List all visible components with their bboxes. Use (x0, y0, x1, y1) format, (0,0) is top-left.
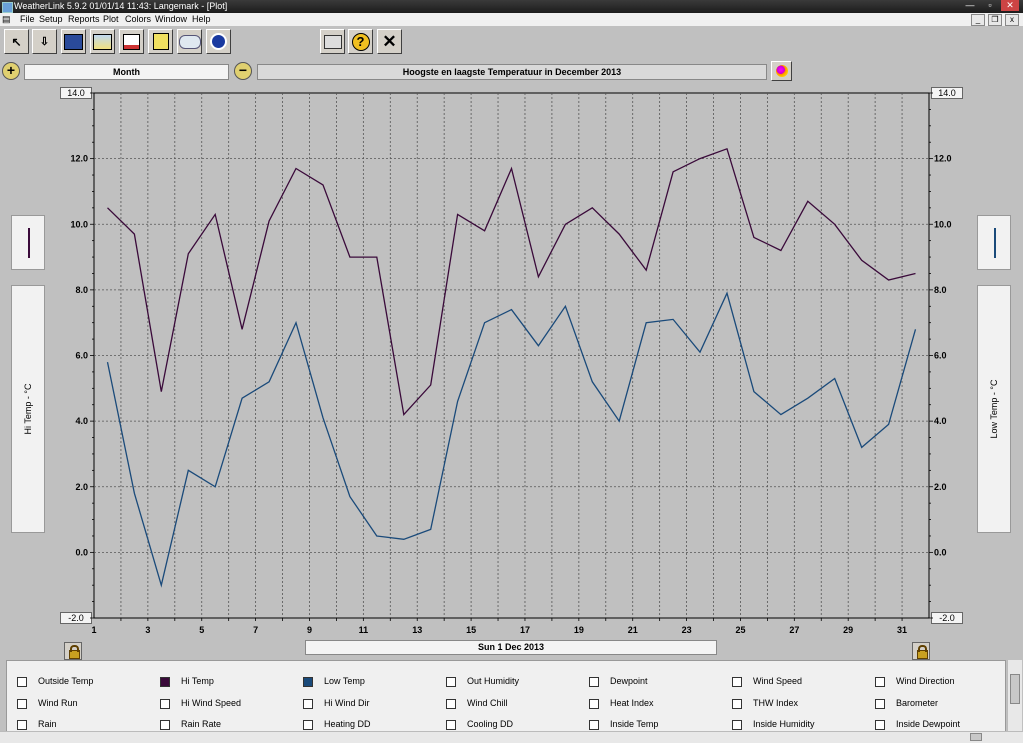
legend-checkbox-inside-temp[interactable] (589, 720, 599, 730)
chart-grid (93, 92, 930, 619)
series-legend: Outside Temp Hi Temp Low Temp Out Humidity D… (6, 660, 1006, 738)
legend-checkbox-wind-direction[interactable] (875, 677, 885, 687)
y-tick-label-right: 2.0 (934, 482, 947, 492)
x-tick-label: 29 (843, 625, 853, 635)
legend-label: Outside Temp (38, 676, 94, 686)
legend-scroll-thumb[interactable] (1010, 674, 1020, 704)
legend-checkbox-hi-temp[interactable] (160, 677, 170, 687)
legend-checkbox-cooling-dd[interactable] (446, 720, 456, 730)
x-tick-label: 21 (628, 625, 638, 635)
x-tick-label: 9 (307, 625, 312, 635)
y-tick-label-right: 6.0 (934, 351, 947, 361)
legend-label: Rain Rate (181, 719, 222, 729)
x-tick-label: 23 (682, 625, 692, 635)
legend-label: Wind Chill (467, 698, 508, 708)
x-tick-label: 1 (91, 625, 96, 635)
date-field[interactable]: Sun 1 Dec 2013 (305, 640, 717, 655)
legend-checkbox-inside-dewpoint[interactable] (875, 720, 885, 730)
x-tick-label: 11 (359, 625, 369, 635)
y-tick-label-left: 10.0 (70, 219, 88, 229)
temperature-chart: 12.0 12.010.0 10.08.0 8.06.0 6.04.0 4.02.0 2.0… (70, 92, 952, 635)
legend-checkbox-wind-run[interactable] (17, 699, 27, 709)
x-tick-label: 3 (145, 625, 150, 635)
legend-label: Wind Run (38, 698, 78, 708)
y-tick-label-left: 4.0 (75, 416, 88, 426)
x-tick-label: 31 (897, 625, 907, 635)
legend-checkbox-barometer[interactable] (875, 699, 885, 709)
legend-label: Inside Temp (610, 719, 659, 729)
y-tick-label-right: 0.0 (934, 547, 947, 557)
legend-label: Wind Direction (896, 676, 955, 686)
x-tick-label: 27 (789, 625, 799, 635)
y-tick-label-left: 0.0 (75, 547, 88, 557)
y-tick-label-left: 6.0 (75, 351, 88, 361)
legend-label: Low Temp (324, 676, 365, 686)
legend-label: Hi Wind Dir (324, 698, 370, 708)
legend-checkbox-wind-chill[interactable] (446, 699, 456, 709)
legend-label: Heat Index (610, 698, 654, 708)
horizontal-scrollbar[interactable] (0, 731, 1023, 743)
x-tick-label: 15 (466, 625, 476, 635)
legend-checkbox-hi-wind-speed[interactable] (160, 699, 170, 709)
legend-checkbox-heating-dd[interactable] (303, 720, 313, 730)
legend-label: Hi Temp (181, 676, 214, 686)
y-tick-label-right: 10.0 (934, 219, 952, 229)
y-tick-label-right: 4.0 (934, 416, 947, 426)
legend-label: Heating DD (324, 719, 371, 729)
legend-checkbox-inside-humidity[interactable] (732, 720, 742, 730)
x-tick-label: 13 (412, 625, 422, 635)
y-tick-label-left: 2.0 (75, 482, 88, 492)
x-tick-label: 25 (735, 625, 745, 635)
legend-label: Barometer (896, 698, 939, 708)
legend-checkbox-outside-temp[interactable] (17, 677, 27, 687)
legend-label: Hi Wind Speed (181, 698, 242, 708)
x-tick-label: 5 (199, 625, 204, 635)
right-axis-lock-button[interactable] (912, 642, 930, 660)
legend-label: Inside Dewpoint (896, 719, 961, 729)
y-tick-label-left: 12.0 (70, 154, 88, 164)
x-tick-label: 17 (520, 625, 530, 635)
y-tick-label-right: 8.0 (934, 285, 947, 295)
legend-checkbox-heat-index[interactable] (589, 699, 599, 709)
horizontal-scroll-thumb[interactable] (970, 733, 982, 741)
legend-scrollbar[interactable] (1007, 660, 1022, 738)
legend-label: Cooling DD (467, 719, 514, 729)
legend-checkbox-out-humidity[interactable] (446, 677, 456, 687)
y-tick-label-left: 8.0 (75, 285, 88, 295)
legend-checkbox-wind-speed[interactable] (732, 677, 742, 687)
legend-label: THW Index (753, 698, 799, 708)
x-tick-label: 19 (574, 625, 584, 635)
legend-checkbox-rain-rate[interactable] (160, 720, 170, 730)
legend-label: Dewpoint (610, 676, 648, 686)
legend-checkbox-low-temp[interactable] (303, 677, 313, 687)
legend-label: Rain (38, 719, 57, 729)
legend-label: Wind Speed (753, 676, 803, 686)
legend-label: Out Humidity (467, 676, 520, 686)
legend-checkbox-rain[interactable] (17, 720, 27, 730)
legend-checkbox-hi-wind-dir[interactable] (303, 699, 313, 709)
x-tick-label: 7 (253, 625, 258, 635)
left-axis-lock-button[interactable] (64, 642, 82, 660)
legend-label: Inside Humidity (753, 719, 815, 729)
y-tick-label-right: 12.0 (934, 154, 952, 164)
legend-checkbox-dewpoint[interactable] (589, 677, 599, 687)
legend-checkbox-thw-index[interactable] (732, 699, 742, 709)
